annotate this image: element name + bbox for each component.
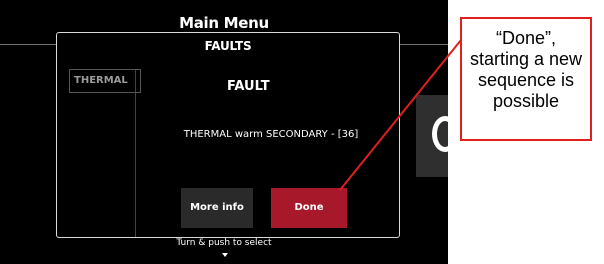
callout-line-2: starting a new [469,49,583,69]
annotation-callout: “Done”, starting a new sequence is possi… [460,17,592,141]
callout-line-1: “Done”, [495,28,557,48]
callout-line-3: sequence is [477,70,575,90]
callout-line-4: possible [492,91,560,111]
callout-pointer [339,39,462,191]
